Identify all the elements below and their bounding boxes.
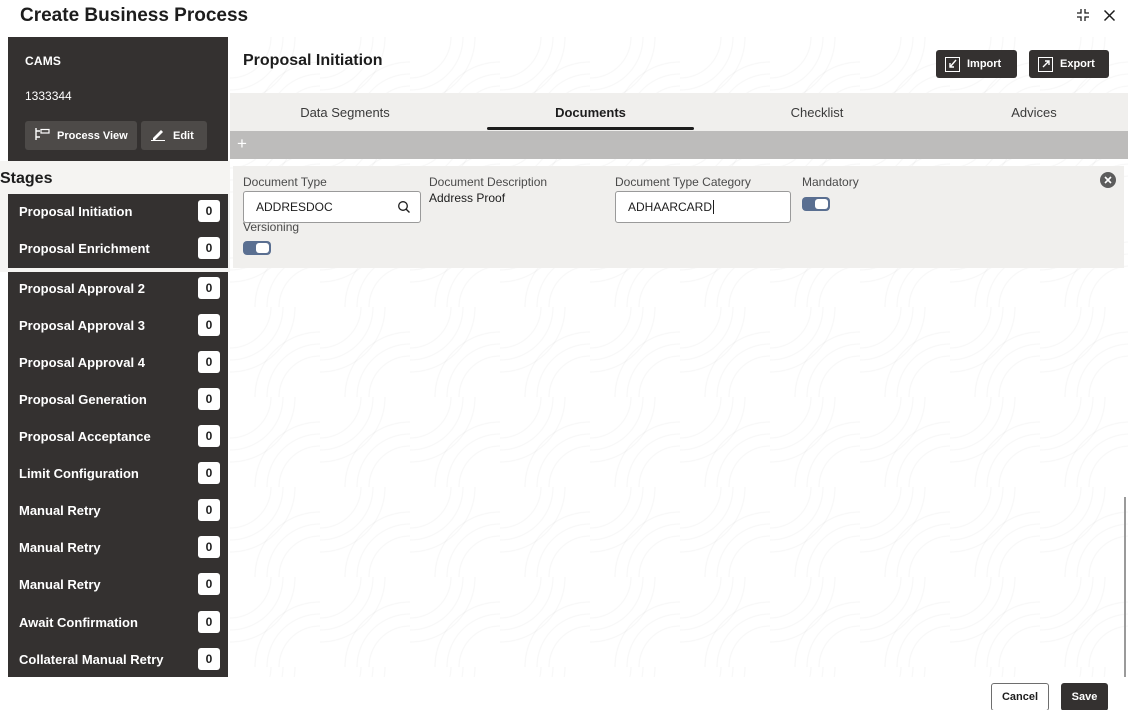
document-type-category-value: ADHAARCARD — [628, 200, 713, 214]
cancel-button[interactable]: Cancel — [991, 683, 1049, 710]
document-row: Document Type ADDRESDOC Document Descrip… — [233, 166, 1124, 268]
stage-label: Manual Retry — [19, 577, 101, 592]
stage-count: 0 — [198, 573, 220, 595]
stage-item[interactable]: Manual Retry 0 — [8, 493, 228, 530]
stage-item[interactable]: Proposal Approval 4 0 — [8, 345, 228, 382]
process-view-label: Process View — [57, 129, 128, 142]
stage-item[interactable]: Proposal Enrichment 0 — [8, 231, 228, 268]
stage-item[interactable]: Collateral Manual Retry 0 — [8, 642, 228, 677]
stage-label: Limit Configuration — [19, 466, 139, 481]
title-bar: Create Business Process — [0, 0, 1128, 34]
export-button[interactable]: Export — [1029, 50, 1109, 78]
add-icon[interactable]: + — [237, 134, 247, 154]
stage-item[interactable]: Proposal Generation 0 — [8, 382, 228, 419]
add-document-bar: + — [230, 131, 1128, 159]
stage-label: Proposal Approval 2 — [19, 281, 145, 296]
stage-count: 0 — [198, 277, 220, 299]
stage-label: Manual Retry — [19, 503, 101, 518]
edit-label: Edit — [173, 129, 194, 142]
text-cursor — [713, 200, 715, 214]
process-view-button[interactable]: Process View — [25, 121, 137, 150]
import-icon — [945, 56, 960, 72]
stage-item[interactable]: Proposal Acceptance 0 — [8, 419, 228, 456]
search-icon[interactable] — [397, 200, 411, 217]
stage-title: Proposal Initiation — [243, 52, 383, 69]
stage-label: Await Confirmation — [19, 615, 138, 630]
stage-count: 0 — [198, 200, 220, 222]
stage-item[interactable]: Proposal Approval 2 0 — [8, 271, 228, 308]
stage-label: Proposal Generation — [19, 392, 147, 407]
tab-documents[interactable]: Documents — [487, 93, 694, 131]
scrollbar[interactable] — [1124, 497, 1126, 677]
stages-title: Stages — [0, 170, 53, 187]
document-type-label: Document Type — [243, 175, 327, 189]
versioning-toggle[interactable] — [243, 241, 271, 255]
import-label: Import — [967, 58, 1002, 70]
document-type-category-field[interactable]: ADHAARCARD — [615, 191, 791, 223]
main-panel: Proposal Initiation Import Export Data S… — [230, 37, 1128, 677]
create-business-process-dialog: Create Business Process CAMS 1333344 Pro… — [0, 0, 1128, 710]
stage-label: Proposal Acceptance — [19, 429, 151, 444]
stage-count: 0 — [198, 499, 220, 521]
save-button[interactable]: Save — [1061, 683, 1108, 710]
pencil-icon — [150, 127, 166, 144]
tab-data-segments[interactable]: Data Segments — [230, 93, 460, 131]
tab-checklist[interactable]: Checklist — [720, 93, 914, 131]
stage-item[interactable]: Limit Configuration 0 — [8, 456, 228, 493]
export-label: Export — [1060, 58, 1095, 70]
remove-document-icon[interactable] — [1100, 172, 1116, 188]
document-description-label: Document Description — [429, 175, 548, 189]
import-button[interactable]: Import — [936, 50, 1017, 78]
stage-count: 0 — [198, 388, 220, 410]
process-view-icon — [34, 127, 50, 144]
edit-button[interactable]: Edit — [141, 121, 207, 150]
stage-label: Collateral Manual Retry — [19, 652, 164, 667]
stage-label: Proposal Initiation — [19, 204, 133, 219]
process-header: CAMS 1333344 Process View Edit — [8, 37, 228, 159]
document-type-field[interactable]: ADDRESDOC — [243, 191, 421, 223]
stage-count: 0 — [198, 351, 220, 373]
stage-label: Proposal Enrichment — [19, 241, 150, 256]
close-icon[interactable] — [1100, 6, 1118, 24]
stage-count: 0 — [198, 611, 220, 633]
dialog-title: Create Business Process — [20, 5, 249, 26]
stage-item[interactable]: Proposal Initiation 0 — [8, 194, 228, 231]
stage-item[interactable]: Await Confirmation 0 — [8, 605, 228, 642]
stage-label: Proposal Approval 3 — [19, 318, 145, 333]
stage-count: 0 — [198, 536, 220, 558]
document-type-category-label: Document Type Category — [615, 175, 751, 189]
mandatory-label: Mandatory — [802, 175, 859, 189]
stage-count: 0 — [198, 314, 220, 336]
stage-label: Manual Retry — [19, 540, 101, 555]
tab-advices[interactable]: Advices — [940, 93, 1128, 131]
stage-count: 0 — [198, 648, 220, 670]
export-icon — [1038, 56, 1053, 72]
stage-count: 0 — [198, 425, 220, 447]
collapse-icon[interactable] — [1074, 6, 1092, 24]
document-type-value: ADDRESDOC — [256, 200, 333, 214]
stage-item[interactable]: Manual Retry 0 — [8, 530, 228, 567]
stage-item[interactable]: Manual Retry 0 — [8, 567, 228, 604]
mandatory-toggle[interactable] — [802, 197, 830, 211]
stage-count: 0 — [198, 462, 220, 484]
process-id: 1333344 — [25, 89, 72, 103]
document-description-value: Address Proof — [429, 191, 506, 205]
window-controls — [1074, 6, 1118, 24]
stage-count: 0 — [198, 237, 220, 259]
active-tab-indicator — [487, 127, 694, 130]
versioning-label: Versioning — [243, 220, 300, 234]
tab-bar: Data Segments Documents Checklist Advice… — [230, 93, 1128, 131]
process-name: CAMS — [25, 54, 62, 68]
stage-label: Proposal Approval 4 — [19, 355, 145, 370]
stage-item[interactable]: Proposal Approval 3 0 — [8, 308, 228, 345]
